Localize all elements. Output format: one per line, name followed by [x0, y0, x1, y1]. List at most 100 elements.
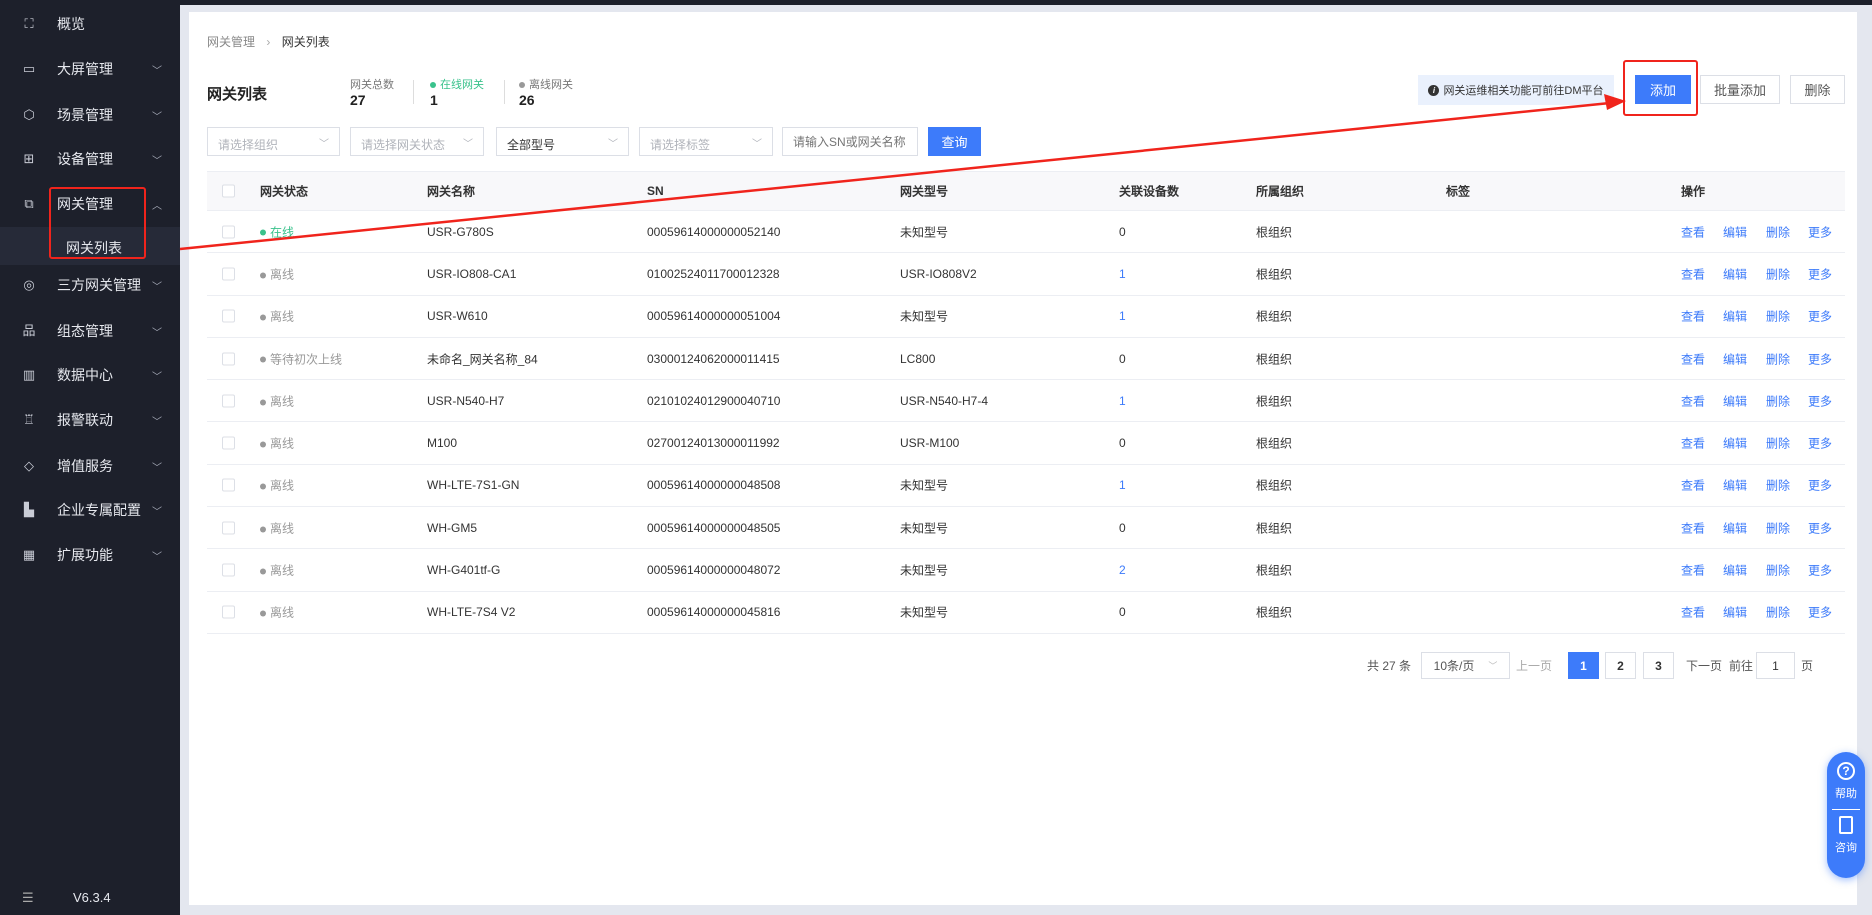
chevron-down-icon: ﹀ — [319, 139, 329, 150]
more-link[interactable]: 更多 — [1808, 435, 1832, 452]
stat-total: 网关总数 27 — [350, 76, 394, 108]
delete-link[interactable]: 删除 — [1766, 392, 1790, 409]
screen-icon: ▭ — [22, 61, 36, 76]
sidebar-item-2[interactable]: ⬡ 场景管理 ﹀ — [0, 95, 180, 135]
delete-link[interactable]: 删除 — [1766, 308, 1790, 325]
edit-link[interactable]: 编辑 — [1723, 308, 1747, 325]
model-select[interactable]: 全部型号 ﹀ — [496, 127, 629, 156]
more-link[interactable]: 更多 — [1808, 392, 1832, 409]
view-link[interactable]: 查看 — [1681, 477, 1705, 494]
row-checkbox[interactable] — [222, 605, 235, 619]
row-checkbox[interactable] — [222, 309, 235, 323]
more-link[interactable]: 更多 — [1808, 477, 1832, 494]
edit-link[interactable]: 编辑 — [1723, 604, 1747, 621]
sidebar-item-11[interactable]: ▦ 扩展功能 ﹀ — [0, 535, 180, 575]
gateway-model: 未知型号 — [900, 309, 949, 324]
sidebar-item-9[interactable]: ◇ 增值服务 ﹀ — [0, 446, 180, 486]
sidebar-item-7[interactable]: ▥ 数据中心 ﹀ — [0, 355, 180, 395]
edit-link[interactable]: 编辑 — [1723, 223, 1747, 240]
view-link[interactable]: 查看 — [1681, 562, 1705, 579]
row-checkbox[interactable] — [222, 478, 235, 492]
delete-link[interactable]: 删除 — [1766, 519, 1790, 536]
annotation-highlight-add-button — [1623, 60, 1698, 116]
row-checkbox[interactable] — [222, 352, 235, 366]
header-org: 所属组织 — [1256, 184, 1305, 199]
org-select[interactable]: 请选择组织 ﹀ — [207, 127, 340, 156]
page-2-button[interactable]: 2 — [1605, 652, 1636, 679]
sidebar-item-label: 设备管理 — [57, 151, 113, 167]
view-link[interactable]: 查看 — [1681, 265, 1705, 282]
tag-select[interactable]: 请选择标签 ﹀ — [639, 127, 773, 156]
delete-link[interactable]: 删除 — [1766, 604, 1790, 621]
page-1-button[interactable]: 1 — [1568, 652, 1599, 679]
device-count[interactable]: 1 — [1119, 394, 1126, 408]
sidebar-item-0[interactable]: ⛶ 概览 — [0, 4, 180, 44]
select-all-checkbox[interactable] — [222, 184, 235, 198]
device-count[interactable]: 1 — [1119, 267, 1126, 281]
edit-link[interactable]: 编辑 — [1723, 435, 1747, 452]
collapse-menu-icon[interactable]: ☰ — [22, 890, 34, 906]
help-button[interactable]: ? 帮助 — [1827, 752, 1865, 801]
row-checkbox[interactable] — [222, 225, 235, 239]
row-checkbox[interactable] — [222, 394, 235, 408]
prev-page-button[interactable]: 上一页 — [1516, 652, 1552, 679]
more-link[interactable]: 更多 — [1808, 223, 1832, 240]
search-input[interactable] — [782, 127, 918, 156]
goto-page-input[interactable]: 1 — [1756, 652, 1795, 679]
row-checkbox[interactable] — [222, 521, 235, 535]
sidebar-item-10[interactable]: ▙ 企业专属配置 ﹀ — [0, 490, 180, 530]
delete-link[interactable]: 删除 — [1766, 265, 1790, 282]
consult-button[interactable]: 咨询 — [1827, 816, 1865, 855]
view-link[interactable]: 查看 — [1681, 350, 1705, 367]
more-link[interactable]: 更多 — [1808, 265, 1832, 282]
device-count[interactable]: 2 — [1119, 563, 1126, 577]
third-party-icon: ◎ — [23, 277, 35, 292]
sidebar-item-1[interactable]: ▭ 大屏管理 ﹀ — [0, 49, 180, 89]
delete-link[interactable]: 删除 — [1766, 562, 1790, 579]
more-link[interactable]: 更多 — [1808, 308, 1832, 325]
edit-link[interactable]: 编辑 — [1723, 265, 1747, 282]
more-link[interactable]: 更多 — [1808, 562, 1832, 579]
edit-link[interactable]: 编辑 — [1723, 562, 1747, 579]
status-select[interactable]: 请选择网关状态 ﹀ — [350, 127, 484, 156]
delete-link[interactable]: 删除 — [1766, 477, 1790, 494]
more-link[interactable]: 更多 — [1808, 350, 1832, 367]
config-icon: 品 — [22, 323, 36, 338]
view-link[interactable]: 查看 — [1681, 223, 1705, 240]
organization: 根组织 — [1256, 225, 1293, 240]
view-link[interactable]: 查看 — [1681, 519, 1705, 536]
edit-link[interactable]: 编辑 — [1723, 350, 1747, 367]
edit-link[interactable]: 编辑 — [1723, 392, 1747, 409]
sidebar-item-5[interactable]: ◎ 三方网关管理 ﹀ — [0, 265, 180, 305]
query-button[interactable]: 查询 — [928, 127, 981, 156]
row-checkbox[interactable] — [222, 436, 235, 450]
sidebar-item-8[interactable]: ♖ 报警联动 ﹀ — [0, 400, 180, 440]
edit-link[interactable]: 编辑 — [1723, 477, 1747, 494]
stat-offline-label: 离线网关 — [529, 79, 573, 91]
delete-link[interactable]: 删除 — [1766, 350, 1790, 367]
delete-link[interactable]: 删除 — [1766, 435, 1790, 452]
sidebar-item-6[interactable]: 品 组态管理 ﹀ — [0, 311, 180, 351]
page-size-select[interactable]: 10条/页 ﹀ — [1421, 652, 1510, 679]
more-link[interactable]: 更多 — [1808, 519, 1832, 536]
delete-button[interactable]: 删除 — [1790, 75, 1845, 104]
view-link[interactable]: 查看 — [1681, 604, 1705, 621]
status-badge: 在线 — [260, 223, 294, 240]
device-count[interactable]: 1 — [1119, 309, 1126, 323]
delete-link[interactable]: 删除 — [1766, 223, 1790, 240]
row-checkbox[interactable] — [222, 563, 235, 577]
gateway-sn: 00059614000000048508 — [647, 478, 781, 493]
table-row: 离线 WH-G401tf-G 00059614000000048072 未知型号… — [207, 549, 1845, 592]
breadcrumb-parent[interactable]: 网关管理 — [207, 35, 255, 49]
page-3-button[interactable]: 3 — [1643, 652, 1674, 679]
next-page-button[interactable]: 下一页 — [1686, 652, 1722, 679]
edit-link[interactable]: 编辑 — [1723, 519, 1747, 536]
view-link[interactable]: 查看 — [1681, 435, 1705, 452]
batch-add-button[interactable]: 批量添加 — [1700, 75, 1780, 104]
device-count[interactable]: 1 — [1119, 478, 1126, 492]
sidebar-item-3[interactable]: ⊞ 设备管理 ﹀ — [0, 139, 180, 179]
more-link[interactable]: 更多 — [1808, 604, 1832, 621]
view-link[interactable]: 查看 — [1681, 308, 1705, 325]
view-link[interactable]: 查看 — [1681, 392, 1705, 409]
row-checkbox[interactable] — [222, 267, 235, 281]
